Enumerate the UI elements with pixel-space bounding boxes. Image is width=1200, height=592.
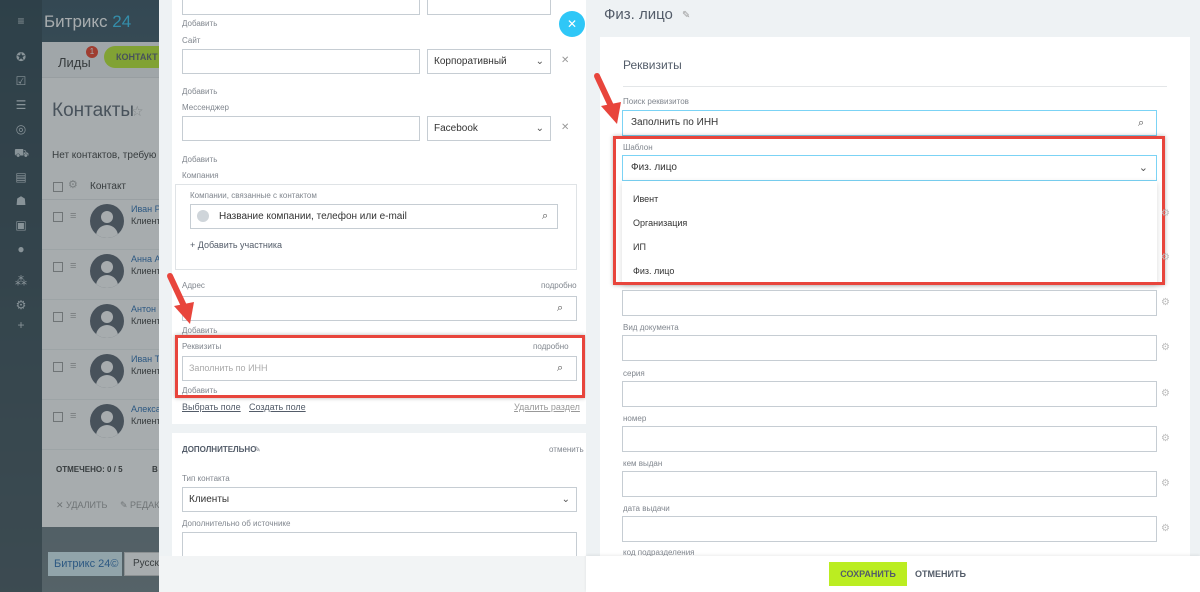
issued-by-input[interactable]	[622, 471, 1157, 497]
middle-footer	[159, 556, 586, 592]
close-icon[interactable]: ✕	[561, 55, 569, 66]
chevron-down-icon: ⌄	[535, 56, 544, 67]
messenger-type-select[interactable]: Facebook ⌄	[427, 116, 551, 141]
section-cancel-link[interactable]: отменить	[549, 445, 584, 454]
series-label: серия	[623, 369, 645, 378]
add-link[interactable]: Добавить	[182, 87, 217, 96]
number-label: номер	[623, 414, 647, 423]
contact-type-value: Клиенты	[189, 494, 230, 505]
series-input[interactable]	[622, 381, 1157, 407]
create-field-link[interactable]: Создать поле	[249, 402, 306, 412]
issue-date-input[interactable]	[622, 516, 1157, 542]
chevron-down-icon: ⌄	[535, 123, 544, 134]
company-icon	[197, 210, 209, 222]
add-link[interactable]: Добавить	[182, 155, 217, 164]
issue-date-label: дата выдачи	[623, 504, 670, 513]
phone-type-select[interactable]	[427, 0, 551, 15]
gear-icon[interactable]: ⚙	[1161, 342, 1170, 353]
highlight-box	[175, 335, 585, 398]
requisites-heading: Реквизиты	[623, 58, 682, 72]
address-details-link[interactable]: подробно	[541, 281, 577, 290]
choose-field-link[interactable]: Выбрать поле	[182, 402, 241, 412]
cancel-button[interactable]: ОТМЕНИТЬ	[915, 562, 966, 586]
text-field[interactable]	[622, 290, 1157, 316]
messenger-input[interactable]	[182, 116, 420, 141]
gear-icon[interactable]: ⚙	[1161, 433, 1170, 444]
doc-type-label: Вид документа	[623, 323, 679, 332]
gear-icon[interactable]: ⚙	[1161, 297, 1170, 308]
gear-icon[interactable]: ⚙	[1161, 388, 1170, 399]
close-icon: ✕	[566, 17, 578, 31]
messenger-label: Мессенджер	[182, 103, 229, 112]
section-title: ДОПОЛНИТЕЛЬНО	[182, 445, 257, 454]
doc-type-input[interactable]	[622, 335, 1157, 361]
site-input[interactable]	[182, 49, 420, 74]
address-input[interactable]	[182, 296, 577, 321]
divider	[623, 86, 1167, 87]
messenger-type-value: Facebook	[434, 123, 478, 134]
company-sub-label: Компании, связанные с контактом	[190, 191, 317, 200]
pencil-icon[interactable]: ✎	[682, 10, 690, 21]
delete-section-link[interactable]: Удалить раздел	[514, 402, 580, 412]
search-icon[interactable]: ⌕	[557, 302, 563, 315]
close-icon[interactable]: ✕	[561, 122, 569, 133]
highlight-box	[613, 136, 1165, 285]
panel-title: Физ. лицо	[604, 6, 673, 23]
site-label: Сайт	[182, 36, 201, 45]
save-button[interactable]: СОХРАНИТЬ	[829, 562, 907, 586]
add-participant-link[interactable]: + Добавить участника	[190, 240, 282, 250]
source-extra-label: Дополнительно об источнике	[182, 519, 291, 528]
search-icon[interactable]: ⌕	[1138, 117, 1144, 130]
requisites-search-input[interactable]: Заполнить по ИНН	[622, 110, 1157, 136]
gear-icon[interactable]: ⚙	[1161, 208, 1170, 219]
close-button[interactable]: ✕	[559, 11, 585, 37]
gear-icon[interactable]: ⚙	[1161, 523, 1170, 534]
company-search-input[interactable]: Название компании, телефон или e-mail	[190, 204, 558, 229]
company-label: Компания	[182, 171, 219, 180]
gear-icon[interactable]: ⚙	[1161, 252, 1170, 263]
number-input[interactable]	[622, 426, 1157, 452]
phone-input[interactable]	[182, 0, 420, 15]
site-type-value: Корпоративный	[434, 56, 507, 67]
chevron-down-icon: ⌄	[561, 494, 570, 505]
arrow-icon	[167, 273, 194, 324]
contact-type-select[interactable]: Клиенты ⌄	[182, 487, 577, 512]
contact-type-label: Тип контакта	[182, 474, 230, 483]
search-icon[interactable]: ⌕	[542, 210, 548, 223]
add-link[interactable]: Добавить	[182, 19, 217, 28]
issued-by-label: кем выдан	[623, 459, 663, 468]
site-type-select[interactable]: Корпоративный ⌄	[427, 49, 551, 74]
gear-icon[interactable]: ⚙	[1161, 478, 1170, 489]
arrow-icon	[594, 73, 621, 124]
search-label: Поиск реквизитов	[623, 97, 689, 106]
pencil-icon[interactable]: ✎	[254, 445, 261, 454]
